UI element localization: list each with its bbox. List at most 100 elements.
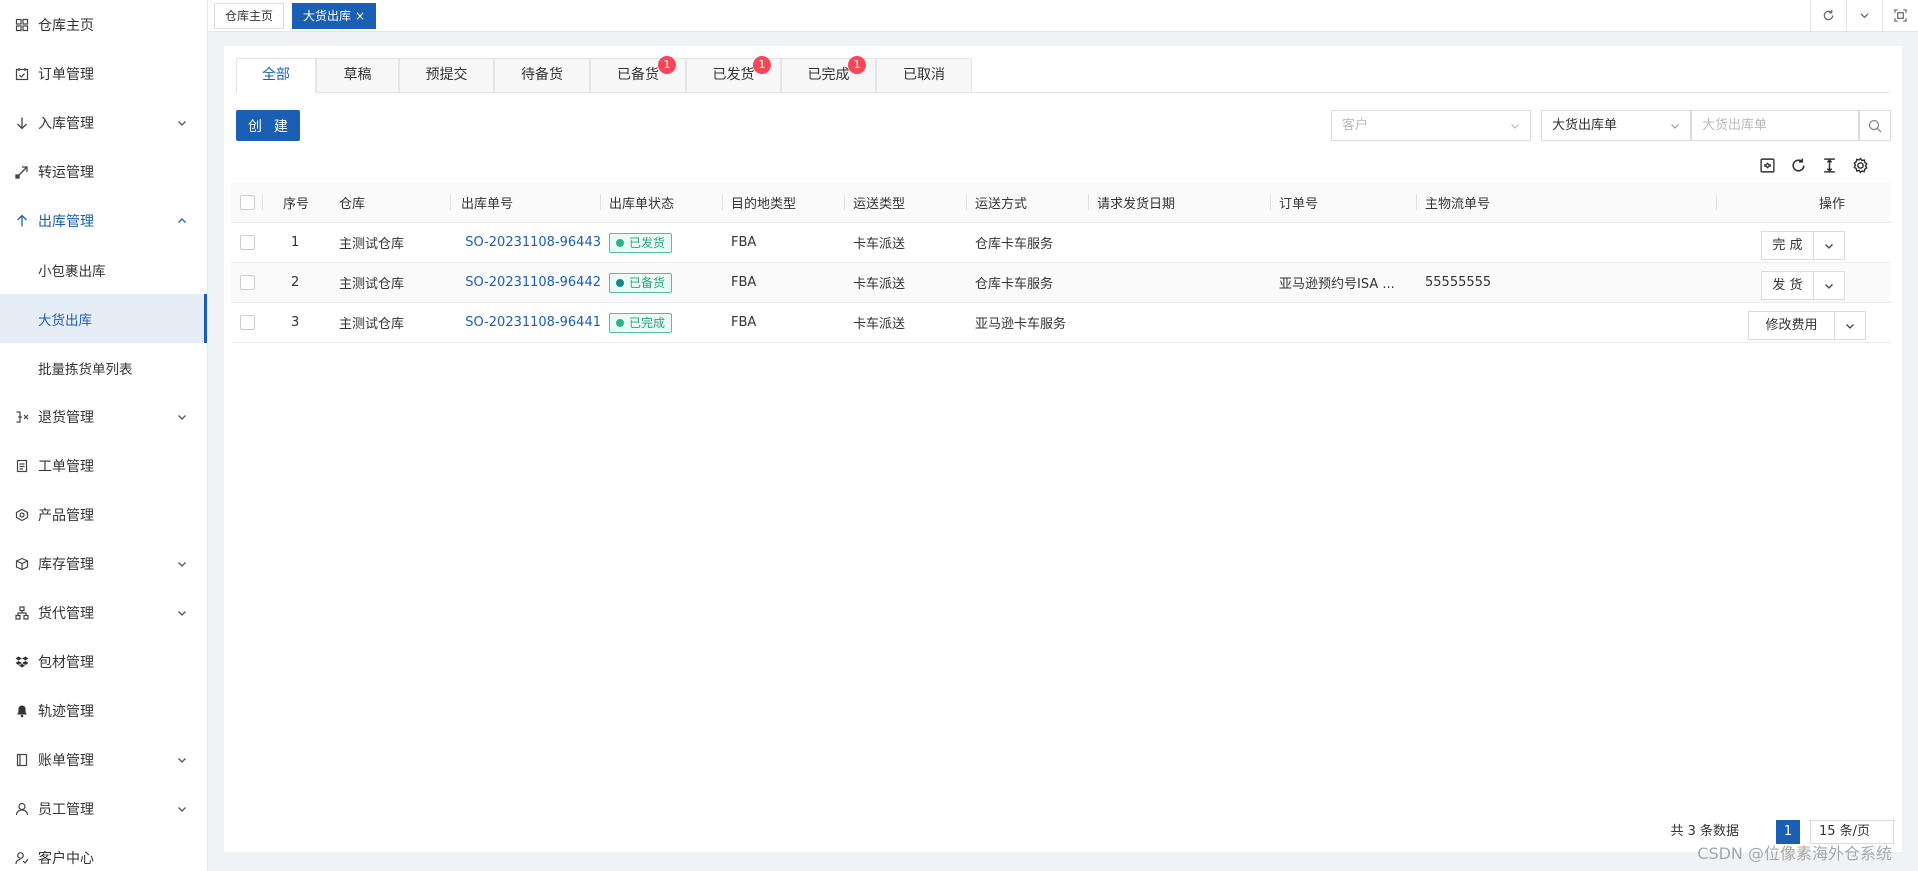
chevron-down-icon	[178, 561, 186, 567]
tab-stocked[interactable]: 已备货 1	[590, 56, 686, 93]
product-icon	[14, 507, 30, 523]
order-type-select[interactable]: 大货出库单	[1541, 110, 1691, 141]
page-tab-bulk-outbound[interactable]: 大货出库 ×	[292, 3, 377, 29]
sidebar-item-transfer[interactable]: 转运管理	[0, 147, 207, 196]
sidebar-item-packaging[interactable]: 包材管理	[0, 637, 207, 686]
sidebar-item-label: 员工管理	[38, 801, 94, 818]
sidebar-item-inbound[interactable]: 入库管理	[0, 98, 207, 147]
create-button[interactable]: 创 建	[236, 110, 300, 141]
row-checkbox[interactable]	[239, 275, 255, 290]
row-shipping-method: 仓库卡车服务	[975, 277, 1054, 292]
sidebar-item-label: 包材管理	[38, 654, 94, 671]
row-index: 3	[291, 315, 300, 330]
edit-fees-button[interactable]: 修改费用	[1749, 312, 1835, 339]
chevron-down-icon	[1825, 243, 1833, 249]
row-warehouse: 主测试仓库	[339, 317, 405, 332]
refresh-button[interactable]	[1810, 0, 1846, 31]
chevron-down-icon	[1825, 283, 1833, 289]
row-checkbox[interactable]	[239, 315, 255, 330]
chevron-down-icon	[1671, 124, 1679, 129]
row-destination-type: FBA	[731, 275, 757, 290]
tab-menu-dropdown[interactable]	[1846, 0, 1882, 31]
chevron-down-icon	[178, 610, 186, 616]
fullscreen-button[interactable]	[1882, 0, 1918, 31]
status-text: 已备货	[629, 276, 666, 290]
count-badge: 1	[658, 56, 676, 74]
tab-pre-submit[interactable]: 预提交	[399, 58, 494, 93]
density-button[interactable]	[1818, 154, 1840, 176]
tab-cancelled[interactable]: 已取消	[876, 58, 972, 93]
sidebar: 仓库主页 订单管理 入库管理 转运管理 出库管理 小包裹出库 大货出库 批量拣货…	[0, 0, 208, 871]
page-tab-warehouse-home[interactable]: 仓库主页	[214, 3, 285, 29]
tab-draft[interactable]: 草稿	[316, 58, 399, 93]
order-no-text: SO-20231108-96441	[465, 315, 601, 330]
sidebar-item-batch-picking-list[interactable]: 批量拣货单列表	[0, 343, 207, 392]
select-all-checkbox[interactable]	[239, 194, 255, 210]
sidebar-item-billing[interactable]: 账单管理	[0, 735, 207, 784]
sidebar-item-outbound[interactable]: 出库管理	[0, 196, 207, 245]
tab-shipped[interactable]: 已发货 1	[686, 56, 781, 93]
sidebar-item-products[interactable]: 产品管理	[0, 490, 207, 539]
sidebar-item-staff[interactable]: 员工管理	[0, 784, 207, 833]
sidebar-item-small-parcel-outbound[interactable]: 小包裹出库	[0, 245, 207, 294]
sidebar-item-customer-center[interactable]: 客户中心	[0, 833, 207, 871]
header-status: 出库单状态	[601, 182, 723, 222]
row-requested-date	[1097, 263, 1267, 302]
row-checkbox[interactable]	[239, 235, 255, 250]
sidebar-item-orders[interactable]: 订单管理	[0, 49, 207, 98]
sidebar-item-freight-forwarding[interactable]: 货代管理	[0, 588, 207, 637]
gear-icon	[1852, 156, 1868, 174]
tab-label: 草稿	[343, 67, 372, 83]
action-dropdown[interactable]	[1814, 232, 1844, 259]
sidebar-item-returns[interactable]: 退货管理	[0, 392, 207, 441]
order-no-link[interactable]: SO-20231108-96442	[461, 263, 601, 302]
action-dropdown[interactable]	[1835, 312, 1865, 339]
export-button[interactable]	[1756, 154, 1778, 176]
sidebar-item-inventory[interactable]: 库存管理	[0, 539, 207, 588]
sidebar-item-label: 仓库主页	[38, 17, 94, 34]
status-dot	[616, 238, 624, 247]
org-icon	[14, 605, 30, 621]
status-badge: 已备货	[609, 272, 673, 293]
page-tab-label: 大货出库	[303, 9, 352, 23]
count-badge: 1	[753, 56, 771, 74]
complete-button[interactable]: 完 成	[1762, 232, 1814, 259]
search-button[interactable]	[1859, 110, 1891, 141]
action-dropdown[interactable]	[1814, 272, 1844, 299]
search-input[interactable]: 大货出库单	[1691, 110, 1859, 141]
table-header: 序号 仓库 出库单号 出库单状态 目的地类型 运送类型 运送方式 请求发货日期 …	[231, 182, 1891, 223]
status-text: 已完成	[629, 316, 666, 330]
tab-completed[interactable]: 已完成 1	[781, 56, 876, 93]
ship-button[interactable]: 发 货	[1762, 272, 1814, 299]
sidebar-item-label: 订单管理	[38, 66, 94, 83]
order-no-link[interactable]: SO-20231108-96443	[461, 223, 601, 262]
sidebar-item-work-orders[interactable]: 工单管理	[0, 441, 207, 490]
header-tracking-no: 主物流单号	[1417, 182, 1717, 222]
status-cell: 已备货	[609, 263, 719, 302]
row-order-ref	[1279, 223, 1411, 262]
count-badge: 1	[848, 56, 866, 74]
sidebar-item-tracking[interactable]: 轨迹管理	[0, 686, 207, 735]
sidebar-item-label: 产品管理	[38, 507, 94, 524]
sidebar-item-label: 库存管理	[38, 556, 94, 573]
column-settings-button[interactable]	[1849, 154, 1871, 176]
status-dot	[616, 318, 624, 327]
select-all-cell	[231, 182, 263, 222]
main-panel: 全部 草稿 预提交 待备货 已备货 1 已发货 1 已完成 1 已取消 创 建 客户 …	[224, 46, 1902, 852]
row-shipping-type: 卡车派送	[853, 277, 906, 292]
sidebar-item-bulk-outbound[interactable]: 大货出库	[0, 294, 207, 343]
close-icon[interactable]: ×	[355, 9, 365, 23]
reload-button[interactable]	[1787, 154, 1809, 176]
customer-select[interactable]: 客户	[1331, 110, 1531, 141]
order-no-link[interactable]: SO-20231108-96441	[461, 303, 601, 342]
sidebar-item-label: 退货管理	[38, 409, 94, 426]
tab-all[interactable]: 全部	[236, 58, 316, 93]
sidebar-item-warehouse-home[interactable]: 仓库主页	[0, 0, 207, 49]
status-cell: 已发货	[609, 223, 719, 262]
header-requested-date: 请求发货日期	[1089, 182, 1271, 222]
transfer-icon	[14, 164, 30, 180]
chevron-down-icon	[1511, 124, 1519, 129]
action-split-button: 修改费用	[1748, 311, 1866, 340]
sidebar-item-label: 大货出库	[38, 312, 92, 329]
tab-pending-stock[interactable]: 待备货	[494, 58, 590, 93]
